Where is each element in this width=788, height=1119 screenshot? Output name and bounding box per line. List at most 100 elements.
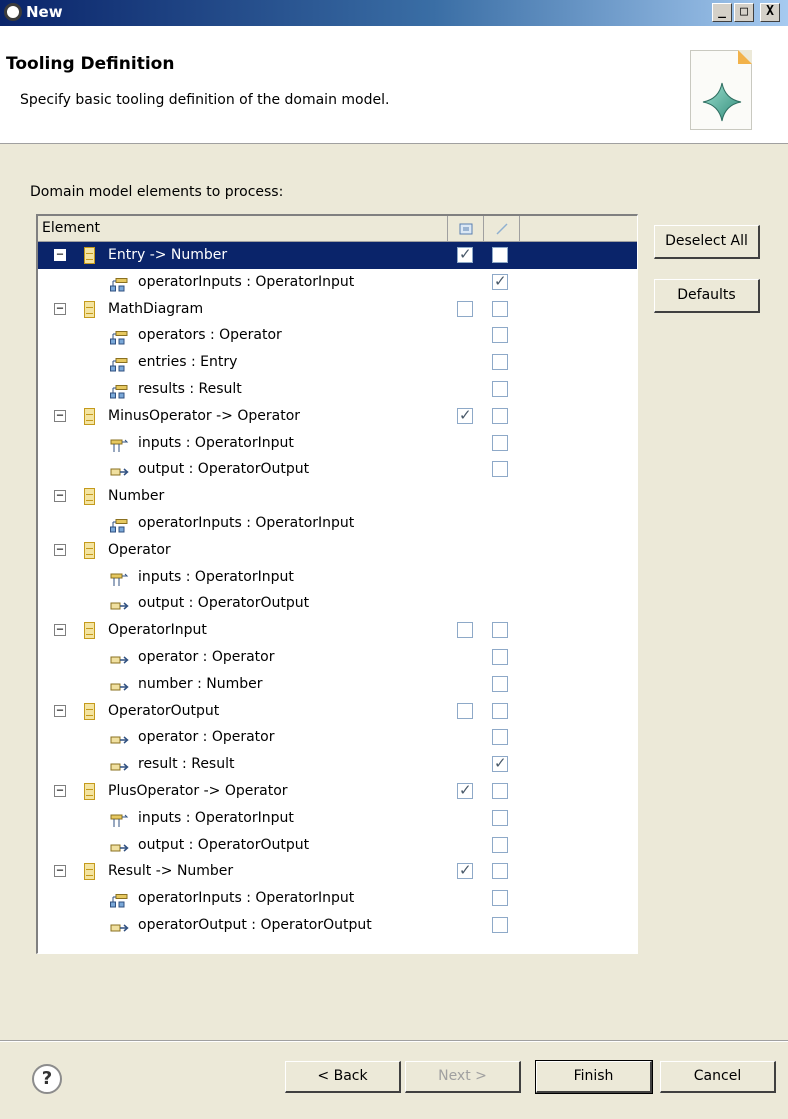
tree-class-row[interactable]: − MathDiagram (38, 296, 637, 323)
link-checkbox[interactable] (492, 461, 508, 478)
node-checkbox[interactable] (457, 702, 473, 719)
tree-class-row[interactable]: − Operator (38, 537, 637, 564)
link-checkbox[interactable] (492, 675, 508, 692)
help-icon[interactable]: ? (32, 1064, 62, 1094)
tree-feature-row[interactable]: result : Result (38, 751, 637, 778)
tree-item-label: operator : Operator (138, 729, 275, 746)
deselect-all-button[interactable]: Deselect All (654, 225, 760, 259)
tree-feature-row[interactable]: operatorInputs : OperatorInput (38, 269, 637, 296)
tree-item-label: OperatorInput (108, 622, 207, 639)
tree-item-label: results : Result (138, 380, 242, 397)
link-checkbox[interactable] (492, 269, 508, 293)
link-checkbox[interactable] (492, 434, 508, 451)
link-checkbox[interactable] (492, 702, 508, 719)
next-button[interactable]: Next > (405, 1061, 521, 1093)
link-checkbox[interactable] (492, 782, 508, 799)
containment-reference-icon (110, 328, 130, 345)
tree-feature-row[interactable]: inputs : OperatorInput (38, 430, 637, 457)
link-checkbox[interactable] (492, 836, 508, 853)
link-checkbox[interactable] (492, 354, 508, 371)
defaults-button[interactable]: Defaults (654, 279, 760, 313)
tree-item-label: entries : Entry (138, 354, 238, 371)
tree-item-label: output : OperatorOutput (138, 595, 310, 612)
tree-item-label: result : Result (138, 756, 235, 773)
title-bar[interactable]: New _ □ X (0, 0, 788, 26)
tree-header: Element (38, 216, 637, 242)
collapse-icon[interactable]: − (54, 864, 66, 878)
element-tree[interactable]: Element − Entry -> Number operatorInputs :… (36, 214, 638, 954)
column-node[interactable] (448, 216, 484, 242)
collapse-icon[interactable]: − (54, 248, 66, 261)
tree-item-label: operatorInputs : OperatorInput (138, 273, 355, 290)
collapse-icon[interactable]: − (54, 543, 66, 556)
tree-item-label: MathDiagram (108, 300, 204, 317)
tree-feature-row[interactable]: number : Number (38, 671, 637, 698)
tree-feature-row[interactable]: operators : Operator (38, 322, 637, 349)
link-checkbox[interactable] (492, 648, 508, 665)
tree-class-row[interactable]: − Result -> Number (38, 858, 637, 885)
link-checkbox[interactable] (492, 380, 508, 397)
tree-class-row[interactable]: − OperatorOutput (38, 698, 637, 725)
column-link[interactable] (484, 216, 520, 242)
tree-feature-row[interactable]: operatorInputs : OperatorInput (38, 510, 637, 537)
link-checkbox[interactable] (492, 729, 508, 746)
collapse-icon[interactable]: − (54, 489, 66, 503)
collapse-icon[interactable]: − (54, 302, 66, 315)
tree-feature-row[interactable]: operator : Operator (38, 724, 637, 751)
tree-feature-row[interactable]: operator : Operator (38, 644, 637, 671)
back-button[interactable]: < Back (285, 1061, 401, 1093)
link-checkbox[interactable] (492, 247, 508, 263)
tree-feature-row[interactable]: output : OperatorOutput (38, 590, 637, 617)
eclass-icon (84, 488, 95, 506)
collapse-icon[interactable]: − (54, 409, 66, 422)
collapse-icon[interactable]: − (54, 623, 66, 637)
collapse-icon[interactable]: − (54, 784, 66, 797)
node-checkbox[interactable] (457, 858, 473, 882)
tree-feature-row[interactable]: inputs : OperatorInput (38, 564, 637, 591)
maximize-button[interactable]: □ (734, 3, 754, 22)
reference-icon (110, 757, 130, 771)
minimize-button[interactable]: _ (712, 3, 732, 22)
tree-feature-row[interactable]: operatorOutput : OperatorOutput (38, 912, 637, 939)
eclass-icon (84, 782, 95, 800)
containment-reference-icon (110, 516, 130, 533)
link-checkbox[interactable] (492, 751, 508, 775)
tree-class-row[interactable]: − OperatorInput (38, 617, 637, 644)
footer-separator (0, 1040, 788, 1042)
tree-feature-row[interactable]: results : Result (38, 376, 637, 403)
eclass-icon (84, 247, 95, 264)
link-checkbox[interactable] (492, 407, 508, 424)
tree-feature-row[interactable]: output : OperatorOutput (38, 832, 637, 859)
node-checkbox[interactable] (457, 300, 473, 317)
tree-item-label: number : Number (138, 675, 263, 692)
containment-reference-icon (110, 355, 130, 372)
tree-class-row[interactable]: − Number (38, 483, 637, 510)
tree-class-row[interactable]: − MinusOperator -> Operator (38, 403, 637, 430)
tree-feature-row[interactable]: inputs : OperatorInput (38, 805, 637, 832)
tree-class-row[interactable]: − Entry -> Number (38, 242, 637, 269)
link-checkbox[interactable] (492, 622, 508, 639)
tree-feature-row[interactable]: entries : Entry (38, 349, 637, 376)
finish-button[interactable]: Finish (535, 1060, 653, 1094)
node-checkbox[interactable] (457, 622, 473, 639)
collapse-icon[interactable]: − (54, 704, 66, 717)
close-button[interactable]: X (760, 3, 780, 22)
tree-feature-row[interactable]: operatorInputs : OperatorInput (38, 885, 637, 912)
cancel-button[interactable]: Cancel (660, 1061, 776, 1093)
link-checkbox[interactable] (492, 863, 508, 880)
node-checkbox[interactable] (457, 778, 473, 802)
link-checkbox[interactable] (492, 300, 508, 317)
node-checkbox[interactable] (457, 403, 473, 427)
column-element[interactable]: Element (38, 216, 448, 242)
link-checkbox[interactable] (492, 916, 508, 933)
link-checkbox[interactable] (492, 890, 508, 907)
node-checkbox[interactable] (457, 242, 473, 266)
tree-feature-row[interactable]: output : OperatorOutput (38, 456, 637, 483)
link-checkbox[interactable] (492, 809, 508, 826)
link-checkbox[interactable] (492, 327, 508, 344)
reference-icon (110, 650, 130, 664)
multi-reference-icon (110, 811, 130, 827)
reference-icon (110, 596, 130, 610)
page-title: Tooling Definition (6, 54, 175, 74)
tree-class-row[interactable]: − PlusOperator -> Operator (38, 778, 637, 805)
